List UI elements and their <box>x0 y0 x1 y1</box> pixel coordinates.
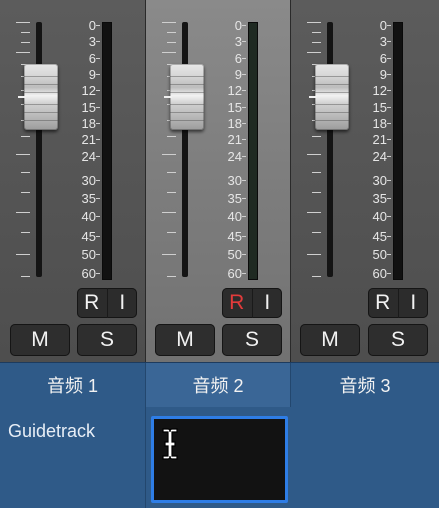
meter-scale-label: 12 <box>227 83 242 98</box>
channel-name-row: 音频 1 音频 2 音频 3 <box>0 362 439 407</box>
mixer: 0 3 6 9 12 15 18 21 24 30 35 40 45 50 60… <box>0 0 439 508</box>
meter-scale-label: 45 <box>227 229 242 244</box>
fader-position-mark <box>18 96 26 98</box>
meter-scale-label: 60 <box>372 266 387 281</box>
meter-scale-label: 35 <box>227 191 242 206</box>
track-label: Guidetrack <box>8 421 96 441</box>
channel-strip-2: 0 3 6 9 12 15 18 21 24 30 35 40 45 50 60… <box>146 0 291 362</box>
meter-scale-label: 6 <box>234 51 242 66</box>
input-monitor-button[interactable]: I <box>251 288 283 318</box>
fader-position-mark <box>309 96 317 98</box>
track-notes-row: Guidetrack <box>0 407 439 508</box>
meter-scale-label: 45 <box>372 229 387 244</box>
meter-scale-label: 6 <box>88 51 96 66</box>
solo-button[interactable]: S <box>77 324 137 356</box>
meter-scale-label: 60 <box>227 266 242 281</box>
volume-fader-track[interactable] <box>327 22 333 277</box>
meter-scale-label: 0 <box>379 18 387 33</box>
input-monitor-button[interactable]: I <box>106 288 138 318</box>
meter-scale-label: 40 <box>372 209 387 224</box>
track-name-text-field[interactable] <box>151 416 288 503</box>
channel-name-1[interactable]: 音频 1 <box>0 363 146 407</box>
meter-scale-label: 35 <box>81 191 96 206</box>
volume-fader-knob[interactable] <box>24 64 58 130</box>
meter-scale-label: 18 <box>227 116 242 131</box>
meter-scale-label: 21 <box>227 132 242 147</box>
channel-name-2[interactable]: 音频 2 <box>146 363 291 407</box>
meter-scale-label: 30 <box>372 173 387 188</box>
level-meter <box>102 22 112 280</box>
meter-scale-label: 18 <box>81 116 96 131</box>
mute-button[interactable]: M <box>10 324 70 356</box>
meter-scale-label: 0 <box>234 18 242 33</box>
meter-scale-label: 60 <box>81 266 96 281</box>
mute-button[interactable]: M <box>155 324 215 356</box>
meter-scale-label: 3 <box>88 34 96 49</box>
level-meter <box>248 22 258 280</box>
fader-position-mark <box>164 96 172 98</box>
track-notes-cell-3[interactable] <box>291 407 439 508</box>
record-enable-button[interactable]: R <box>222 288 252 318</box>
volume-fader-track[interactable] <box>36 22 42 277</box>
meter-scale-label: 40 <box>81 209 96 224</box>
meter-scale-label: 15 <box>81 100 96 115</box>
meter-scale-label: 12 <box>372 83 387 98</box>
record-enable-button[interactable]: R <box>77 288 107 318</box>
volume-fader-track[interactable] <box>182 22 188 277</box>
meter-scale-label: 15 <box>227 100 242 115</box>
meter-scale-label: 24 <box>81 149 96 164</box>
channel-strip-3: 0 3 6 9 12 15 18 21 24 30 35 40 45 50 60… <box>291 0 439 362</box>
ibeam-cursor-icon <box>162 428 178 460</box>
meter-scale-label: 24 <box>372 149 387 164</box>
meter-scale-label: 45 <box>81 229 96 244</box>
meter-scale-label: 3 <box>234 34 242 49</box>
meter-scale-label: 50 <box>372 247 387 262</box>
volume-fader-knob[interactable] <box>315 64 349 130</box>
meter-scale-label: 35 <box>372 191 387 206</box>
track-notes-cell-1[interactable]: Guidetrack <box>0 407 146 508</box>
channel-name-3[interactable]: 音频 3 <box>291 363 439 407</box>
meter-scale-label: 50 <box>81 247 96 262</box>
record-input-group: R I <box>222 288 282 318</box>
meter-scale-label: 12 <box>81 83 96 98</box>
fader-scale-ticks <box>14 20 34 280</box>
meter-scale-label: 30 <box>227 173 242 188</box>
meter-scale-label: 21 <box>372 132 387 147</box>
meter-scale-label: 9 <box>234 67 242 82</box>
meter-scale-label: 15 <box>372 100 387 115</box>
meter-scale-label: 0 <box>88 18 96 33</box>
meter-scale-label: 18 <box>372 116 387 131</box>
meter-scale-label: 3 <box>379 34 387 49</box>
meter-scale-label: 9 <box>379 67 387 82</box>
record-input-group: R I <box>368 288 428 318</box>
meter-scale-label: 6 <box>379 51 387 66</box>
input-monitor-button[interactable]: I <box>397 288 429 318</box>
level-meter <box>393 22 403 280</box>
meter-scale-label: 50 <box>227 247 242 262</box>
solo-button[interactable]: S <box>368 324 428 356</box>
record-enable-button[interactable]: R <box>368 288 398 318</box>
fader-scale-ticks <box>160 20 180 280</box>
volume-fader-knob[interactable] <box>170 64 204 130</box>
meter-scale-label: 24 <box>227 149 242 164</box>
meter-scale-label: 40 <box>227 209 242 224</box>
channel-strip-1: 0 3 6 9 12 15 18 21 24 30 35 40 45 50 60… <box>0 0 146 362</box>
mute-button[interactable]: M <box>300 324 360 356</box>
record-input-group: R I <box>77 288 137 318</box>
fader-scale-ticks <box>305 20 325 280</box>
meter-scale-label: 30 <box>81 173 96 188</box>
solo-button[interactable]: S <box>222 324 282 356</box>
meter-scale-label: 21 <box>81 132 96 147</box>
meter-scale-label: 9 <box>88 67 96 82</box>
